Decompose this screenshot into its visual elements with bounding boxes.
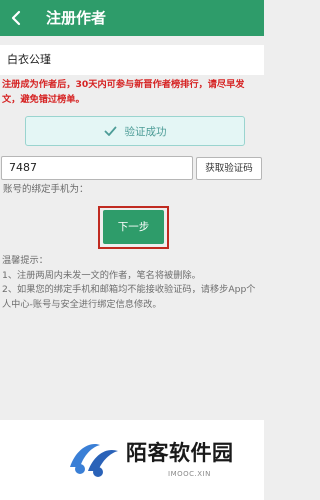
next-button[interactable]: 下一步 bbox=[103, 210, 164, 244]
verification-code-input[interactable]: 7487 bbox=[1, 156, 193, 180]
bound-phone-label: 账号的绑定手机为： bbox=[3, 184, 89, 195]
registration-notice: 注册成为作者后，30天内可参与新晋作者榜排行，请尽早发文，避免错过榜单。 bbox=[2, 79, 245, 105]
watermark-logo bbox=[66, 433, 124, 479]
tip-item: 2、如果您的绑定手机和邮箱均不能接收验证码，请移步App个人中心-账号与安全进行… bbox=[2, 284, 256, 310]
watermark-domain: IMOOC.XIN bbox=[168, 470, 211, 478]
watermark-name: 陌客软件园 bbox=[126, 441, 234, 465]
check-icon bbox=[104, 125, 117, 138]
tips-heading: 温馨提示： bbox=[2, 255, 48, 266]
chevron-left-icon[interactable] bbox=[8, 10, 24, 26]
get-code-button[interactable]: 获取验证码 bbox=[196, 157, 262, 180]
pen-name-field[interactable]: 白衣公瑾 bbox=[0, 45, 264, 75]
tip-item: 1、注册两周内未发一文的作者，笔名将被删除。 bbox=[2, 269, 201, 281]
verification-status-label: 验证成功 bbox=[124, 125, 167, 138]
tips-section: 温馨提示： 1、注册两周内未发一文的作者，笔名将被删除。 2、如果您的绑定手机和… bbox=[2, 254, 264, 312]
page-title: 注册作者 bbox=[46, 9, 107, 27]
verification-status-box: 验证成功 bbox=[25, 116, 245, 146]
app-bar: 注册作者 bbox=[0, 0, 264, 36]
